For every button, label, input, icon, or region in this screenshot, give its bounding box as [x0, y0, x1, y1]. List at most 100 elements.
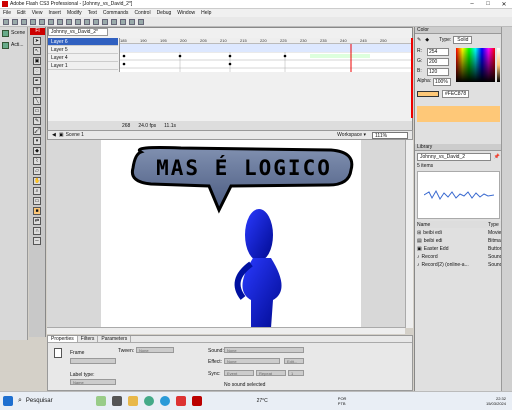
- snap-icon[interactable]: [93, 18, 99, 25]
- align-icon[interactable]: [138, 18, 144, 25]
- maximize-button[interactable]: □: [480, 1, 496, 7]
- smooth-option-icon[interactable]: ∼: [33, 237, 41, 245]
- layer-row[interactable]: Layer 4: [48, 54, 118, 62]
- chrome-icon[interactable]: [143, 396, 154, 406]
- library-item[interactable]: ▤ beibi edi Bitmap: [415, 237, 504, 245]
- eraser-tool-icon[interactable]: ▱: [33, 167, 41, 175]
- scene-name[interactable]: Scene 1: [66, 132, 84, 138]
- undo-icon[interactable]: [75, 18, 81, 25]
- stage-canvas[interactable]: MAS É LOGICO: [101, 140, 361, 328]
- layer-row[interactable]: Layer 1: [48, 62, 118, 70]
- snap-option-icon[interactable]: ∩: [33, 227, 41, 235]
- selection-tool-icon[interactable]: ➤: [33, 37, 41, 45]
- stroke-color-icon[interactable]: ▭: [33, 197, 41, 205]
- repeat-count-field[interactable]: 1: [288, 370, 304, 376]
- temperature[interactable]: 27°C: [257, 398, 268, 404]
- straighten-icon[interactable]: [111, 18, 117, 25]
- taskbar-search[interactable]: Pesquisar: [26, 398, 53, 404]
- tab-parameters[interactable]: Parameters: [98, 336, 132, 342]
- menu-view[interactable]: View: [32, 10, 43, 16]
- tween-select[interactable]: None: [136, 347, 174, 353]
- stroke-pencil-icon[interactable]: ✎: [417, 37, 421, 43]
- fill-color-icon[interactable]: ■: [33, 207, 41, 215]
- color-panel-header[interactable]: Color: [415, 27, 502, 34]
- b-input[interactable]: 120: [427, 68, 449, 76]
- menu-insert[interactable]: Insert: [48, 10, 61, 16]
- name-column-header[interactable]: Name: [417, 222, 488, 228]
- redo-icon[interactable]: [84, 18, 90, 25]
- brush-tool-icon[interactable]: 🖌: [33, 127, 41, 135]
- text-tool-icon[interactable]: T: [33, 87, 41, 95]
- edit-sound-button[interactable]: Edit...: [284, 358, 304, 364]
- sync-select[interactable]: Event: [224, 370, 254, 376]
- paste-icon[interactable]: [66, 18, 72, 25]
- close-button[interactable]: ✕: [496, 1, 512, 8]
- g-input[interactable]: 200: [427, 58, 449, 66]
- pencil-tool-icon[interactable]: ✎: [33, 117, 41, 125]
- ink-bottle-tool-icon[interactable]: ▾: [33, 137, 41, 145]
- bridge-icon[interactable]: [21, 18, 27, 25]
- lasso-tool-icon[interactable]: ◌: [33, 67, 41, 75]
- r-input[interactable]: 254: [427, 48, 449, 56]
- hex-input[interactable]: #FEC878: [442, 90, 470, 98]
- clock[interactable]: 22:32 15/03/2024: [486, 396, 506, 406]
- scene-panel-button[interactable]: Scene: [0, 27, 27, 39]
- print-icon[interactable]: [39, 18, 45, 25]
- label-type-select[interactable]: Name: [70, 379, 116, 385]
- menu-file[interactable]: File: [3, 10, 11, 16]
- menu-help[interactable]: Help: [201, 10, 211, 16]
- search-icon[interactable]: ⌕: [18, 397, 22, 405]
- open-file-icon[interactable]: [12, 18, 18, 25]
- sound-select[interactable]: None: [224, 347, 304, 353]
- rotate-icon[interactable]: [120, 18, 126, 25]
- library-document-select[interactable]: Johnny_vs_David_2: [417, 153, 491, 161]
- library-item[interactable]: ♪ Record Sound: [415, 253, 502, 261]
- frame-name-field[interactable]: [70, 358, 116, 364]
- stage-vertical-scrollbar[interactable]: [405, 140, 413, 328]
- library-item[interactable]: ♪ Record(2) (online-a... Sound: [415, 261, 502, 269]
- type-select[interactable]: Solid: [453, 36, 473, 44]
- library-panel-header[interactable]: Library: [415, 144, 502, 151]
- effect-select[interactable]: None: [224, 358, 280, 364]
- layer-row[interactable]: Layer 6: [48, 38, 118, 46]
- workspace-menu[interactable]: Workspace ▾: [337, 132, 366, 138]
- tab-filters[interactable]: Filters: [78, 336, 99, 342]
- hand-tool-icon[interactable]: ✋: [33, 177, 41, 185]
- copy-icon[interactable]: [57, 18, 63, 25]
- cut-icon[interactable]: [48, 18, 54, 25]
- save-icon[interactable]: [30, 18, 36, 25]
- tab-properties[interactable]: Properties: [48, 336, 78, 342]
- weather-widget-icon[interactable]: [95, 396, 106, 406]
- fill-bucket-icon[interactable]: ◆: [425, 37, 429, 43]
- line-tool-icon[interactable]: ╲: [33, 97, 41, 105]
- menu-modify[interactable]: Modify: [67, 10, 82, 16]
- free-transform-tool-icon[interactable]: ▣: [33, 57, 41, 65]
- type-column-header[interactable]: Type: [488, 222, 502, 228]
- brightness-slider[interactable]: [497, 48, 500, 82]
- layer-row[interactable]: Layer 5: [48, 46, 118, 54]
- menu-commands[interactable]: Commands: [103, 10, 129, 16]
- menu-debug[interactable]: Debug: [157, 10, 172, 16]
- scale-icon[interactable]: [129, 18, 135, 25]
- rectangle-tool-icon[interactable]: ▭: [33, 107, 41, 115]
- edge-icon[interactable]: [159, 396, 170, 406]
- alpha-input[interactable]: 100%: [433, 78, 451, 86]
- library-item[interactable]: ▣ Easter Edd Button: [415, 245, 502, 253]
- explorer-icon[interactable]: [127, 396, 138, 406]
- actions-panel-button[interactable]: Acti...: [0, 39, 27, 51]
- swap-colors-icon[interactable]: ⇄: [33, 217, 41, 225]
- library-item[interactable]: ⊞ beibi edi Movie: [415, 229, 502, 237]
- back-arrow-icon[interactable]: ◀: [52, 132, 56, 138]
- eyedropper-tool-icon[interactable]: ⌇: [33, 157, 41, 165]
- color-spectrum[interactable]: [456, 48, 496, 82]
- app-icon[interactable]: [175, 396, 186, 406]
- frame-grid[interactable]: 185 190 195 200 205 210 215 220 225 230 …: [119, 38, 412, 72]
- menu-window[interactable]: Window: [177, 10, 195, 16]
- smooth-icon[interactable]: [102, 18, 108, 25]
- task-view-icon[interactable]: [111, 396, 122, 406]
- menu-control[interactable]: Control: [134, 10, 150, 16]
- stage-horizontal-scrollbar[interactable]: [47, 327, 405, 334]
- playhead-line[interactable]: [411, 38, 413, 118]
- document-tab[interactable]: Johnny_vs_David_2*: [48, 28, 108, 36]
- menu-edit[interactable]: Edit: [17, 10, 26, 16]
